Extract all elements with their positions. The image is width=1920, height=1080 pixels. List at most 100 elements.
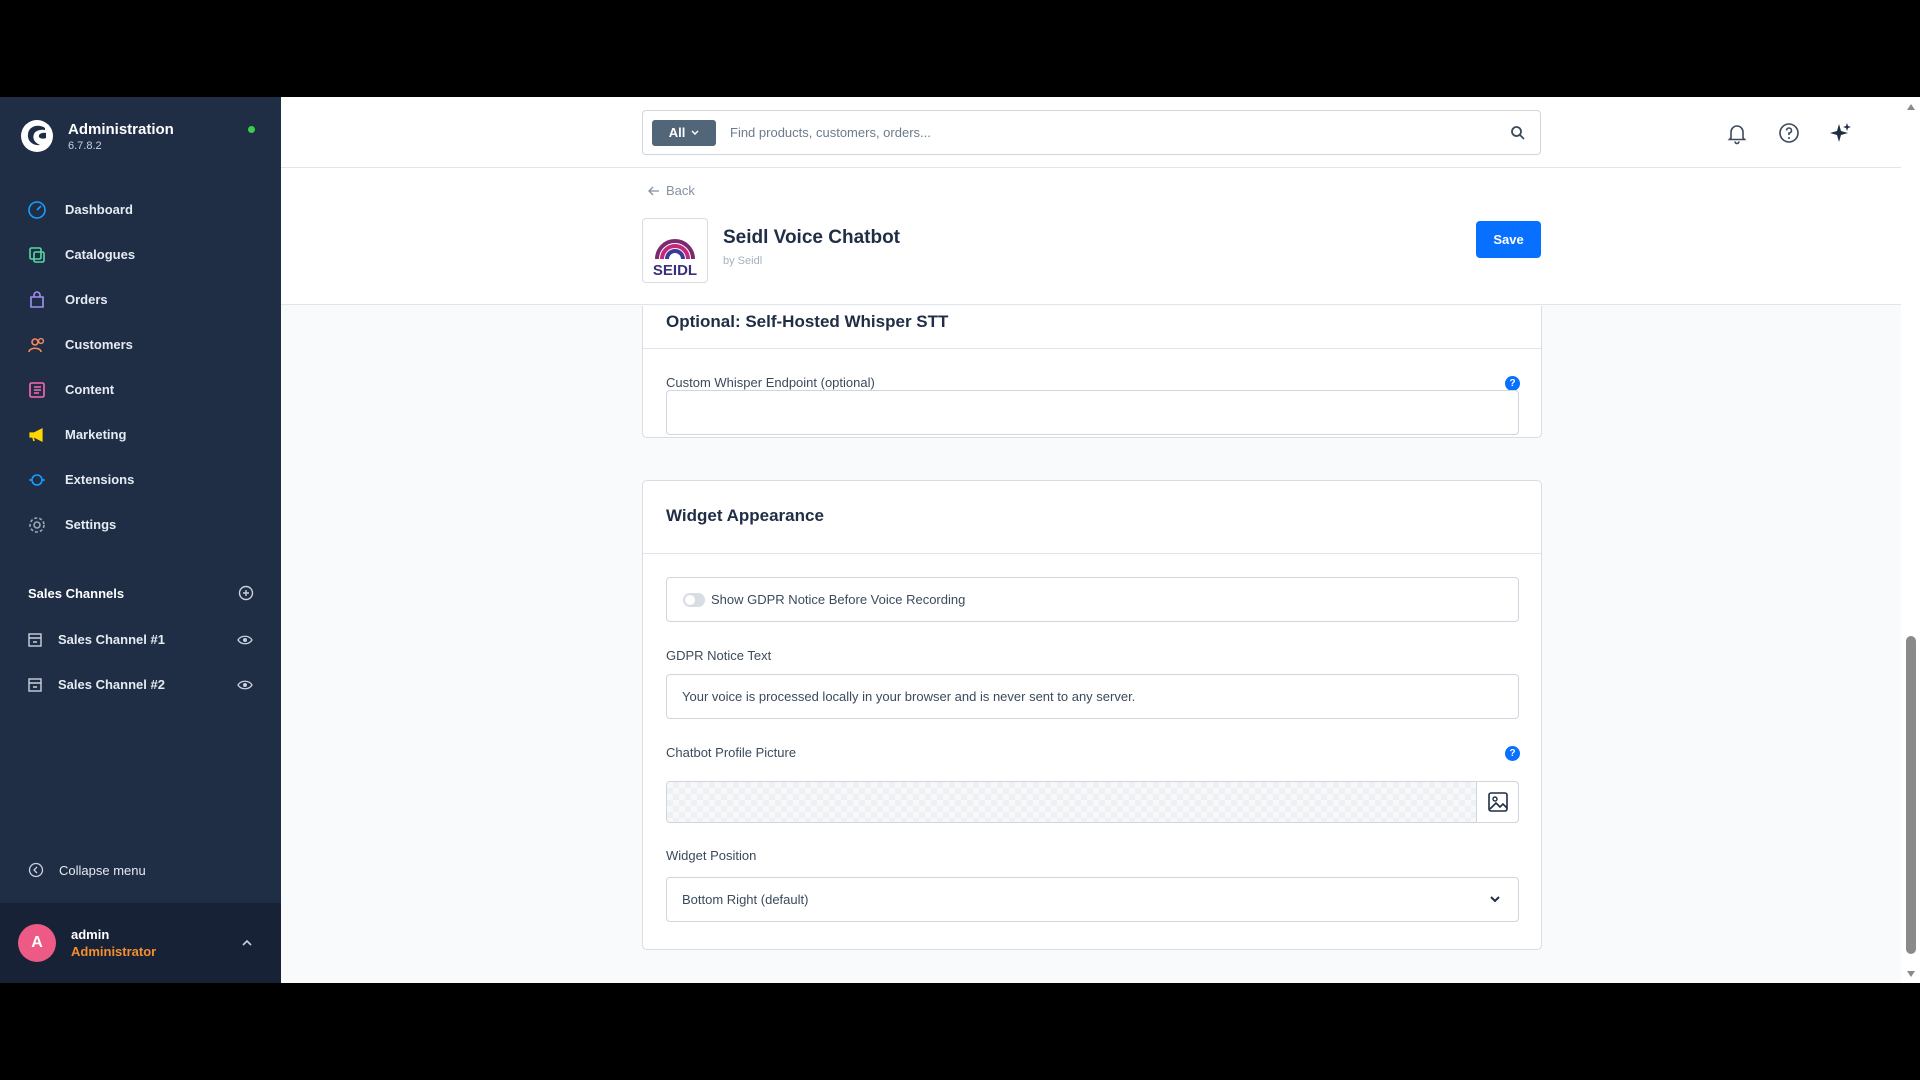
sidebar-item-label: Dashboard [65, 202, 133, 217]
plugin-logo: SEIDL [642, 218, 708, 283]
user-menu[interactable]: A admin Administrator [0, 903, 281, 983]
eye-icon[interactable] [237, 634, 253, 646]
dashboard-icon [28, 200, 46, 219]
sidebar-item-extensions[interactable]: Extensions [0, 457, 281, 502]
sidebar: Administration 6.7.8.2 Dashboard Catalog… [0, 97, 281, 983]
bell-icon[interactable] [1725, 121, 1749, 145]
search-type-label: All [668, 125, 686, 140]
online-status-indicator [248, 126, 255, 133]
image-icon [1487, 792, 1508, 812]
sales-channel-label: Sales Channel #2 [58, 677, 165, 692]
sidebar-item-settings[interactable]: Settings [0, 502, 281, 547]
storefront-icon [28, 632, 42, 647]
search-icon[interactable] [1510, 125, 1526, 141]
user-role: Administrator [71, 944, 157, 959]
chevron-up-icon[interactable] [241, 939, 253, 947]
sidebar-item-label: Catalogues [65, 247, 136, 262]
admin-app: Administration 6.7.8.2 Dashboard Catalog… [0, 97, 1920, 983]
info-icon[interactable]: ? [1505, 376, 1520, 391]
media-select-button[interactable] [1476, 782, 1518, 822]
avatar: A [18, 924, 56, 962]
whisper-card: Optional: Self-Hosted Whisper STT Custom… [642, 306, 1542, 438]
collapse-icon [28, 862, 44, 878]
logo-text: SEIDL [653, 262, 697, 279]
plugin-author: by Seidl [723, 255, 763, 267]
user-name: admin [71, 927, 110, 942]
settings-icon [29, 516, 45, 533]
extensions-icon [29, 473, 45, 486]
catalogue-icon [29, 246, 45, 263]
card-title: Widget Appearance [666, 506, 824, 525]
sparkles-icon[interactable] [1829, 121, 1853, 145]
gdpr-toggle-label: Show GDPR Notice Before Voice Recording [711, 592, 966, 607]
brand[interactable]: Administration 6.7.8.2 [20, 119, 174, 153]
field-label: Custom Whisper Endpoint (optional) [666, 375, 875, 390]
profile-picture-field[interactable] [666, 781, 1519, 823]
sales-channels-title: Sales Channels [28, 585, 125, 601]
gdpr-toggle-field: Show GDPR Notice Before Voice Recording [666, 577, 1519, 622]
sidebar-item-dashboard[interactable]: Dashboard [0, 187, 281, 232]
page-header: Back SEIDL Seidl Voice Chatbot by Seidl … [281, 168, 1901, 305]
sidebar-item-content[interactable]: Content [0, 367, 281, 412]
orders-icon [30, 290, 44, 308]
sidebar-item-label: Settings [65, 517, 117, 532]
chevron-down-icon [691, 129, 699, 135]
chevron-down-icon [1490, 896, 1500, 903]
scrollbar-thumb[interactable] [1906, 636, 1916, 954]
main-navigation: Dashboard Catalogues Orders Customers Co… [0, 187, 281, 547]
sidebar-item-catalogues[interactable]: Catalogues [0, 232, 281, 277]
collapse-menu-label: Collapse menu [59, 862, 146, 878]
add-sales-channel-icon[interactable] [238, 585, 254, 601]
sales-channel-label: Sales Channel #1 [58, 632, 165, 647]
gdpr-toggle-switch[interactable] [683, 592, 705, 607]
save-button[interactable]: Save [1476, 221, 1541, 258]
gdpr-notice-text-input[interactable] [666, 674, 1519, 719]
settings-content[interactable]: Optional: Self-Hosted Whisper STT Custom… [281, 306, 1901, 983]
topbar: All [281, 97, 1901, 168]
sales-channel-list: Sales Channel #1 Sales Channel #2 [0, 617, 281, 707]
shopware-logo [21, 120, 53, 152]
help-icon[interactable] [1777, 121, 1801, 145]
widget-appearance-card: Widget Appearance Show GDPR Notice Befor… [642, 480, 1542, 950]
sidebar-item-orders[interactable]: Orders [0, 277, 281, 322]
sidebar-item-label: Extensions [65, 472, 135, 487]
field-label: Chatbot Profile Picture [666, 745, 797, 760]
topbar-actions [1725, 121, 1881, 145]
marketing-icon [29, 427, 43, 442]
sales-channels-header: Sales Channels [28, 585, 254, 601]
app-title: Administration [68, 120, 174, 138]
eye-icon[interactable] [237, 679, 253, 691]
card-divider [643, 348, 1541, 349]
sales-channel-item[interactable]: Sales Channel #1 [0, 617, 281, 662]
arrow-left-icon [648, 186, 659, 195]
content-icon [29, 381, 45, 398]
card-divider [643, 553, 1541, 554]
main-content: Back SEIDL Seidl Voice Chatbot by Seidl … [281, 168, 1901, 983]
widget-position-value: Bottom Right (default) [682, 892, 809, 907]
back-link[interactable]: Back [648, 183, 695, 198]
sidebar-item-label: Content [65, 382, 115, 397]
sidebar-item-customers[interactable]: Customers [0, 322, 281, 367]
sidebar-item-label: Orders [65, 292, 108, 307]
search-type-dropdown[interactable]: All [652, 119, 716, 146]
storefront-icon [28, 677, 42, 692]
info-icon[interactable]: ? [1505, 746, 1520, 761]
search-input[interactable] [730, 125, 1510, 140]
page-title: Seidl Voice Chatbot [723, 227, 901, 248]
card-title: Optional: Self-Hosted Whisper STT [666, 312, 949, 331]
scroll-down-arrow[interactable] [1906, 970, 1916, 978]
app-version: 6.7.8.2 [68, 139, 102, 152]
back-label: Back [666, 183, 695, 198]
customers-icon [28, 337, 45, 352]
sales-channel-item[interactable]: Sales Channel #2 [0, 662, 281, 707]
widget-position-select[interactable]: Bottom Right (default) [666, 877, 1519, 922]
whisper-endpoint-input[interactable] [666, 390, 1519, 435]
page-scrollbar[interactable] [1901, 97, 1920, 983]
sidebar-item-label: Marketing [65, 427, 127, 442]
collapse-menu-button[interactable]: Collapse menu [28, 862, 146, 878]
global-search: All [642, 110, 1541, 155]
scroll-up-arrow[interactable] [1906, 103, 1916, 111]
field-label: GDPR Notice Text [666, 648, 772, 663]
sidebar-item-marketing[interactable]: Marketing [0, 412, 281, 457]
sidebar-item-label: Customers [65, 337, 133, 352]
